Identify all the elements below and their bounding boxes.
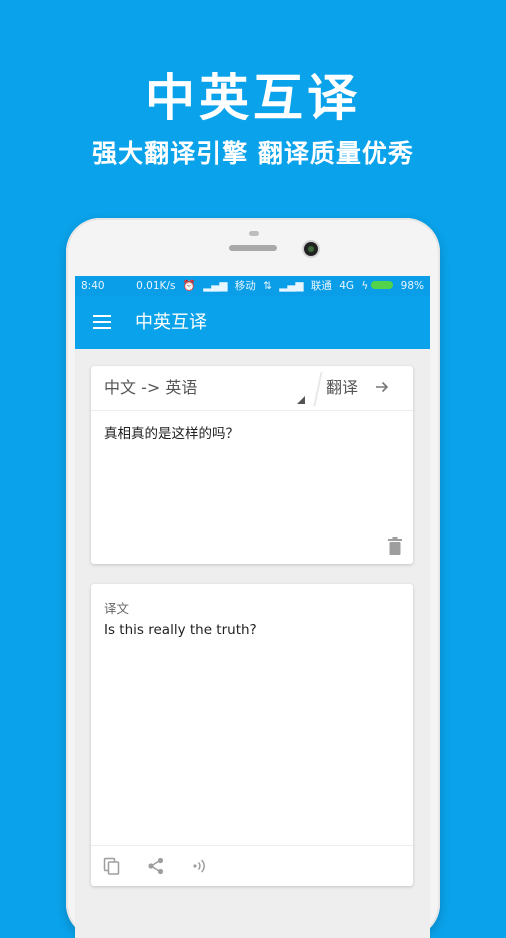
language-pair-label: 中文 -> 英语 — [104, 378, 198, 397]
dropdown-triangle-icon — [297, 396, 305, 404]
front-camera — [304, 242, 318, 256]
carrier-unicom: 联通 — [310, 280, 332, 292]
translate-label: 翻译 — [326, 378, 359, 397]
network-type: 4G — [339, 280, 355, 292]
share-icon[interactable] — [147, 857, 165, 875]
status-right: 0.01K/s ⏰ ▂▄▆ 移动 ⇅ ▂▄▆ 联通 4G ϟ 98% — [132, 276, 424, 296]
status-time: 8:40 — [81, 280, 105, 292]
language-selector[interactable]: 中文 -> 英语 — [91, 366, 315, 410]
phone-screen: 8:40 0.01K/s ⏰ ▂▄▆ 移动 ⇅ ▂▄▆ 联通 4G ϟ 98% … — [75, 276, 430, 938]
app-bar: 中英互译 — [75, 296, 430, 349]
charging-icon: ϟ — [361, 280, 369, 292]
output-footer — [91, 845, 413, 886]
source-text-input[interactable]: 真相真的是这样的吗？ — [104, 422, 239, 442]
alarm-icon: ⏰ — [182, 280, 196, 292]
promo-title: 中英互译 — [145, 69, 361, 127]
network-speed: 0.01K/s — [136, 280, 176, 292]
battery-percent: 98% — [400, 280, 424, 292]
status-bar: 8:40 0.01K/s ⏰ ▂▄▆ 移动 ⇅ ▂▄▆ 联通 4G ϟ 98% — [75, 276, 430, 296]
promo-subtitle: 强大翻译引擎 翻译质量优秀 — [92, 139, 414, 168]
sensor-dot — [249, 231, 259, 236]
input-card-header: 中文 -> 英语 翻译 — [91, 366, 413, 411]
output-card: 译文 Is this really the truth? — [91, 584, 413, 886]
arrow-right-icon — [376, 381, 389, 393]
copy-icon[interactable] — [103, 857, 121, 875]
hamburger-menu-icon[interactable] — [93, 315, 111, 329]
carrier-mobile: 移动 — [234, 280, 256, 292]
data-arrows-icon: ⇅ — [263, 280, 272, 292]
input-card: 中文 -> 英语 翻译 真相真的是这样的吗？ — [91, 366, 413, 564]
signal-icon-2: ▂▄▆ — [279, 280, 304, 292]
speaker-icon[interactable] — [191, 857, 209, 875]
phone-frame: 8:40 0.01K/s ⏰ ▂▄▆ 移动 ⇅ ▂▄▆ 联通 4G ϟ 98% … — [66, 218, 440, 938]
app-title: 中英互译 — [135, 312, 207, 333]
trash-icon[interactable] — [387, 537, 403, 555]
earpiece-speaker — [229, 245, 277, 251]
translated-text: Is this really the truth? — [104, 622, 257, 638]
battery-icon — [371, 281, 394, 289]
output-label: 译文 — [104, 601, 130, 616]
signal-icon: ▂▄▆ — [203, 280, 228, 292]
translate-button[interactable]: 翻译 — [321, 366, 413, 410]
